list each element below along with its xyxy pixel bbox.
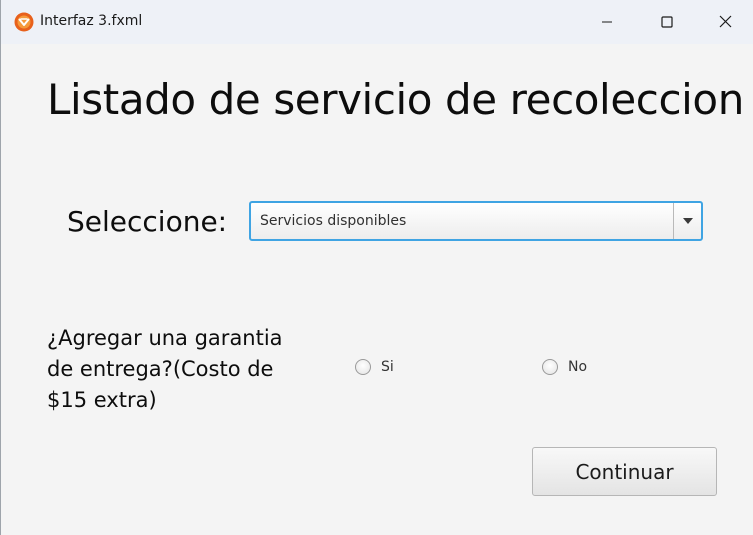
app-window: Interfaz 3.fxml Listado de servicio de r… <box>0 0 753 535</box>
radio-label-si[interactable]: Si <box>381 359 394 375</box>
radio-no[interactable]: No <box>542 356 587 378</box>
continue-button[interactable]: Continuar <box>532 447 717 496</box>
select-label: Seleccione: <box>67 205 228 238</box>
radio-circle-icon[interactable] <box>355 359 371 375</box>
maximize-button[interactable] <box>638 0 696 44</box>
radio-circle-icon[interactable] <box>542 359 558 375</box>
combo-selected-value: Servicios disponibles <box>260 213 407 229</box>
services-combo-box[interactable]: Servicios disponibles <box>249 201 703 241</box>
window-title: Interfaz 3.fxml <box>40 13 143 29</box>
minimize-icon <box>601 13 613 32</box>
chevron-down-icon[interactable] <box>674 203 701 239</box>
minimize-button[interactable] <box>578 0 636 44</box>
radio-label-no[interactable]: No <box>568 359 587 375</box>
title-bar[interactable]: Interfaz 3.fxml <box>1 0 753 44</box>
radio-si[interactable]: Si <box>355 356 394 378</box>
page-title: Listado de servicio de recoleccion <box>47 75 744 124</box>
close-button[interactable] <box>696 0 753 44</box>
guarantee-question: ¿Agregar una garantia de entrega?(Costo … <box>47 326 283 412</box>
close-icon <box>719 13 732 32</box>
maximize-icon <box>661 13 673 32</box>
app-logo-icon <box>14 12 34 32</box>
